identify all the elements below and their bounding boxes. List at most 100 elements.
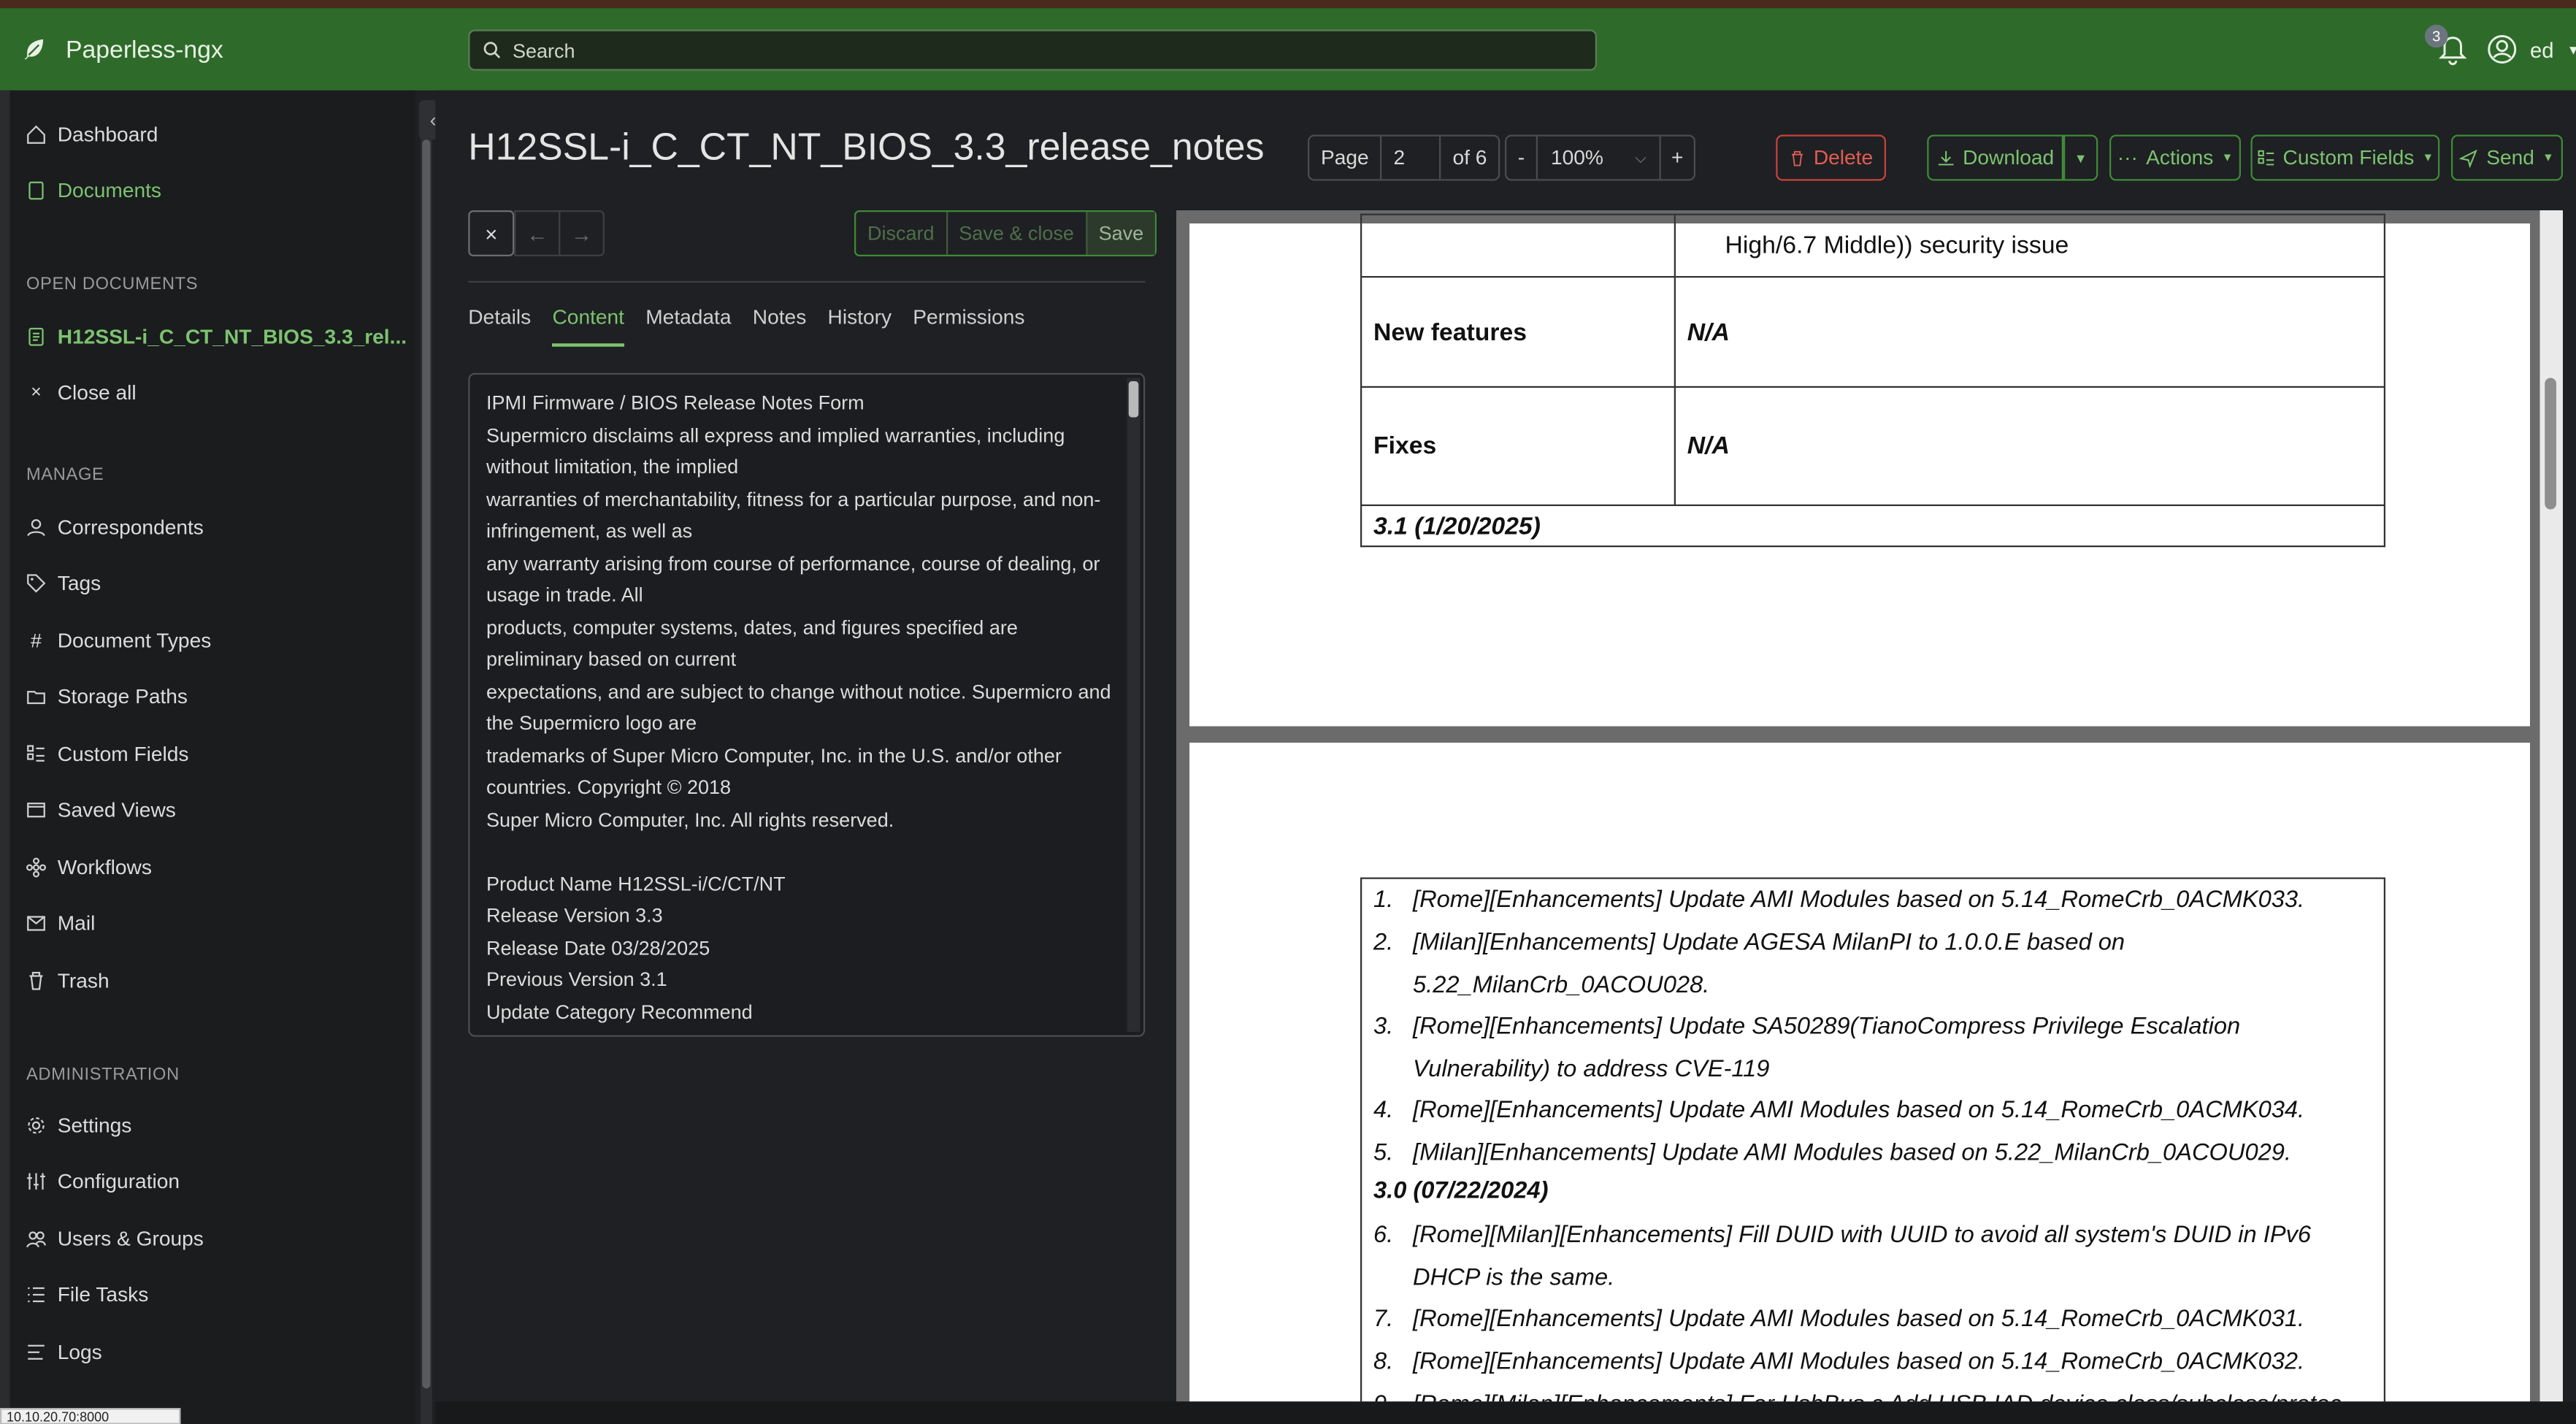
- content-textarea[interactable]: IPMI Firmware / BIOS Release Notes Form …: [468, 372, 1146, 1037]
- sidebar-item-label: Custom Fields: [57, 743, 189, 766]
- document-icon: [28, 181, 44, 200]
- sidebar-item-mail[interactable]: Mail: [26, 906, 95, 942]
- pdf-viewer[interactable]: High/6.7 Middle)) security issue New fea…: [1176, 210, 2563, 1402]
- sidebar-item-settings[interactable]: Settings: [26, 1108, 131, 1144]
- content-scrollbar[interactable]: [1127, 378, 1141, 1032]
- download-label: Download: [1963, 146, 2055, 169]
- sidebar-item-label: File Tasks: [57, 1283, 149, 1306]
- sidebar-item-saved-views[interactable]: Saved Views: [26, 792, 176, 829]
- divider: [468, 280, 1146, 283]
- list-text: [Rome][Enhancements] Update AMI Modules …: [1413, 1306, 2305, 1333]
- search-icon: [483, 42, 501, 58]
- list-item: 1. [Rome][Enhancements] Update AMI Module…: [1373, 879, 2343, 922]
- brand[interactable]: Paperless-ngx: [23, 8, 223, 91]
- tab-history[interactable]: History: [828, 306, 892, 347]
- tab-permissions[interactable]: Permissions: [913, 306, 1024, 347]
- tag-icon: [27, 574, 46, 593]
- version-subheading: 3.0 (07/22/2024): [1373, 1178, 1549, 1205]
- table-cell: [1360, 213, 1676, 278]
- table-cell: 3.1 (1/20/2025): [1360, 504, 2385, 548]
- sidebar-item-configuration[interactable]: Configuration: [26, 1163, 180, 1200]
- list-text: [Milan][Enhancements] Update AMI Modules…: [1413, 1140, 2291, 1167]
- sidebar-item-label: Users & Groups: [57, 1227, 204, 1251]
- table-cell: Fixes: [1360, 386, 1676, 506]
- sidebar-item-logs[interactable]: Logs: [26, 1334, 102, 1371]
- sidebar-item-documents[interactable]: Documents: [26, 172, 161, 209]
- page-number-input[interactable]: 2: [1382, 136, 1441, 180]
- download-dropdown-toggle[interactable]: ▼: [2063, 134, 2098, 181]
- download-button[interactable]: Download: [1927, 134, 2063, 181]
- list-item: 7. [Rome][Enhancements] Update AMI Module…: [1373, 1298, 2343, 1341]
- sidebar-item-label: Dashboard: [57, 123, 158, 147]
- sidebar-item-tags[interactable]: Tags: [26, 565, 101, 602]
- content-line: warranties of merchantability, fitness f…: [486, 487, 1101, 543]
- send-label: Send: [2486, 146, 2534, 169]
- table-cell: New features: [1360, 276, 1676, 388]
- close-document-button[interactable]: ×: [468, 210, 515, 256]
- list-item: 4. [Rome][Enhancements] Update AMI Module…: [1373, 1090, 2343, 1133]
- close-icon: ×: [31, 383, 42, 403]
- trash-icon: [29, 971, 43, 990]
- sidebar-open-document[interactable]: H12SSL-i_C_CT_NT_BIOS_3.3_rel...: [26, 319, 407, 356]
- sidebar-item-label: Document Types: [57, 629, 212, 653]
- content-line: trademarks of Super Micro Computer, Inc.…: [486, 743, 1062, 799]
- sidebar-item-document-types[interactable]: # Document Types: [26, 623, 211, 659]
- list-number: 1.: [1373, 887, 1394, 914]
- list-number: 4.: [1373, 1098, 1394, 1124]
- pdf-page: High/6.7 Middle)) security issue New fea…: [1189, 213, 2530, 727]
- workflow-icon: [26, 857, 46, 878]
- download-icon: [1938, 150, 1953, 165]
- table-cell: N/A: [1674, 386, 2385, 506]
- chevron-down-icon: ▼: [2074, 150, 2088, 166]
- ellipsis-icon: ···: [2117, 146, 2138, 169]
- custom-fields-dropdown[interactable]: Custom Fields ▼: [2250, 134, 2440, 181]
- zoom-in-button[interactable]: +: [1661, 137, 1694, 180]
- app-name: Paperless-ngx: [66, 35, 223, 64]
- content-line: Product Name H12SSL-i/C/CT/NT: [486, 871, 786, 895]
- save-close-button[interactable]: Save & close: [948, 212, 1087, 255]
- sidebar-item-users-groups[interactable]: Users & Groups: [26, 1221, 204, 1258]
- search-box[interactable]: [468, 29, 1597, 71]
- discard-button[interactable]: Discard: [856, 212, 948, 255]
- zoom-select[interactable]: 100% ⌵: [1538, 136, 1661, 180]
- chevron-down-icon: ▼: [2422, 152, 2434, 164]
- zoom-value: 100%: [1551, 146, 1603, 169]
- save-button[interactable]: Save: [1086, 212, 1155, 255]
- content-line: Supermicro disclaims all express and imp…: [486, 423, 1065, 478]
- hash-icon: #: [30, 629, 42, 653]
- sidebar-item-correspondents[interactable]: Correspondents: [26, 510, 204, 546]
- list-number: 7.: [1373, 1306, 1394, 1333]
- logs-icon: [28, 1344, 45, 1360]
- sidebar-item-file-tasks[interactable]: File Tasks: [26, 1276, 148, 1313]
- list-number: 8.: [1373, 1349, 1394, 1376]
- list-item: 5. [Milan][Enhancements] Update AMI Modul…: [1373, 1132, 2343, 1175]
- sidebar-item-trash[interactable]: Trash: [26, 963, 110, 1000]
- previous-document-button[interactable]: ←: [514, 210, 561, 256]
- content-line: expectations, and are subject to change …: [486, 679, 1111, 735]
- users-icon: [26, 1231, 46, 1248]
- tab-details[interactable]: Details: [468, 306, 531, 347]
- search-input[interactable]: [513, 38, 1498, 62]
- pdf-scrollbar-thumb[interactable]: [2545, 378, 2556, 510]
- tab-content[interactable]: Content: [552, 306, 624, 347]
- sidebar-item-label: Mail: [57, 911, 96, 935]
- sidebar-item-custom-fields[interactable]: Custom Fields: [26, 736, 189, 773]
- mail-icon: [27, 916, 45, 931]
- zoom-out-button[interactable]: -: [1506, 136, 1538, 180]
- content-scrollbar-thumb[interactable]: [1128, 381, 1139, 418]
- next-document-button[interactable]: →: [559, 210, 605, 256]
- tab-notes[interactable]: Notes: [753, 306, 806, 347]
- sidebar-item-workflows[interactable]: Workflows: [26, 849, 152, 886]
- delete-button[interactable]: Delete: [1776, 134, 1886, 181]
- actions-dropdown[interactable]: ··· Actions ▼: [2109, 134, 2241, 181]
- tab-metadata[interactable]: Metadata: [645, 306, 731, 347]
- sidebar-edge: [0, 90, 10, 1424]
- sidebar-item-storage-paths[interactable]: Storage Paths: [26, 678, 188, 715]
- send-dropdown[interactable]: Send ▼: [2451, 134, 2563, 181]
- content-line: [486, 836, 1119, 868]
- sidebar-item-dashboard[interactable]: Dashboard: [26, 117, 158, 153]
- sidebar-scrollbar-thumb[interactable]: [422, 139, 431, 1389]
- sidebar-item-label: Workflows: [57, 856, 152, 879]
- close-all-button[interactable]: × Close all: [26, 375, 136, 411]
- user-menu[interactable]: ed ▼: [2488, 34, 2576, 64]
